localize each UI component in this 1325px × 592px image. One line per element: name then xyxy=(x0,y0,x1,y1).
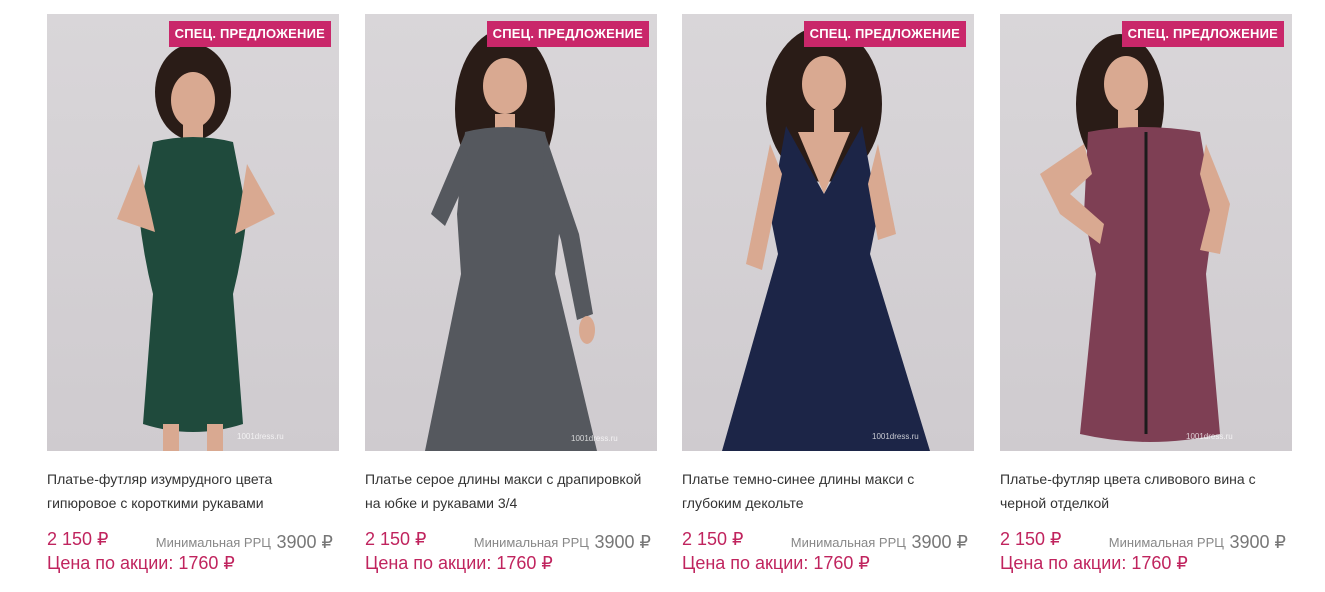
product-card[interactable]: СПЕЦ. ПРЕДЛОЖЕНИЕ 1001dress.ru Платье-фу… xyxy=(47,14,339,574)
rrc-info: Минимальная РРЦ 3900 ₽ xyxy=(791,531,968,552)
product-card[interactable]: СПЕЦ. ПРЕДЛОЖЕНИЕ 1001dress.ru Платье те… xyxy=(682,14,974,574)
product-card[interactable]: СПЕЦ. ПРЕДЛОЖЕНИЕ 1001dress.ru Платье-фу… xyxy=(1000,14,1292,574)
price-row: 2 150 ₽ Минимальная РРЦ 3900 ₽ xyxy=(47,527,339,555)
promo-price: Цена по акции: 1760 ₽ xyxy=(682,553,870,573)
rrc-value: 3900 ₽ xyxy=(276,532,334,552)
model-figure xyxy=(722,26,930,451)
product-title[interactable]: Платье темно-синее длины макси с глубоки… xyxy=(682,467,974,515)
rrc-label: Минимальная РРЦ xyxy=(155,535,271,550)
product-photo[interactable]: СПЕЦ. ПРЕДЛОЖЕНИЕ 1001dress.ru xyxy=(365,14,657,451)
special-offer-badge: СПЕЦ. ПРЕДЛОЖЕНИЕ xyxy=(486,21,649,47)
product-price: 2 150 ₽ xyxy=(1000,529,1062,549)
rrc-label: Минимальная РРЦ xyxy=(1108,535,1224,550)
product-title[interactable]: Платье серое длины макси с драпировкой н… xyxy=(365,467,657,515)
promo-price: Цена по акции: 1760 ₽ xyxy=(47,553,235,573)
rrc-value: 3900 ₽ xyxy=(1229,532,1287,552)
product-title[interactable]: Платье-футляр изумрудного цвета гипюрово… xyxy=(47,467,339,515)
promo-price: Цена по акции: 1760 ₽ xyxy=(365,553,553,573)
price-row: 2 150 ₽ Минимальная РРЦ 3900 ₽ xyxy=(1000,527,1292,555)
promo-price: Цена по акции: 1760 ₽ xyxy=(1000,553,1188,573)
rrc-info: Минимальная РРЦ 3900 ₽ xyxy=(156,531,333,552)
model-figure xyxy=(425,29,597,451)
product-grid: СПЕЦ. ПРЕДЛОЖЕНИЕ 1001dress.ru Платье-фу… xyxy=(0,0,1325,592)
rrc-value: 3900 ₽ xyxy=(911,532,969,552)
rrc-label: Минимальная РРЦ xyxy=(473,535,589,550)
watermark-text: 1001dress.ru xyxy=(1186,432,1233,441)
watermark-text: 1001dress.ru xyxy=(571,434,618,443)
product-price: 2 150 ₽ xyxy=(47,529,109,549)
watermark-text: 1001dress.ru xyxy=(872,432,919,441)
watermark-text: 1001dress.ru xyxy=(237,432,284,441)
rrc-value: 3900 ₽ xyxy=(594,532,652,552)
model-figure xyxy=(117,44,275,451)
product-price: 2 150 ₽ xyxy=(365,529,427,549)
rrc-info: Минимальная РРЦ 3900 ₽ xyxy=(474,531,651,552)
special-offer-badge: СПЕЦ. ПРЕДЛОЖЕНИЕ xyxy=(168,21,331,47)
product-photo[interactable]: СПЕЦ. ПРЕДЛОЖЕНИЕ 1001dress.ru xyxy=(1000,14,1292,451)
rrc-info: Минимальная РРЦ 3900 ₽ xyxy=(1109,531,1286,552)
price-row: 2 150 ₽ Минимальная РРЦ 3900 ₽ xyxy=(365,527,657,555)
model-figure xyxy=(1040,34,1230,442)
price-row: 2 150 ₽ Минимальная РРЦ 3900 ₽ xyxy=(682,527,974,555)
product-card[interactable]: СПЕЦ. ПРЕДЛОЖЕНИЕ 1001dress.ru Платье се… xyxy=(365,14,657,574)
product-photo[interactable]: СПЕЦ. ПРЕДЛОЖЕНИЕ 1001dress.ru xyxy=(47,14,339,451)
special-offer-badge: СПЕЦ. ПРЕДЛОЖЕНИЕ xyxy=(803,21,966,47)
product-price: 2 150 ₽ xyxy=(682,529,744,549)
product-title[interactable]: Платье-футляр цвета сливового вина с чер… xyxy=(1000,467,1292,515)
rrc-label: Минимальная РРЦ xyxy=(790,535,906,550)
product-photo[interactable]: СПЕЦ. ПРЕДЛОЖЕНИЕ 1001dress.ru xyxy=(682,14,974,451)
special-offer-badge: СПЕЦ. ПРЕДЛОЖЕНИЕ xyxy=(1121,21,1284,47)
